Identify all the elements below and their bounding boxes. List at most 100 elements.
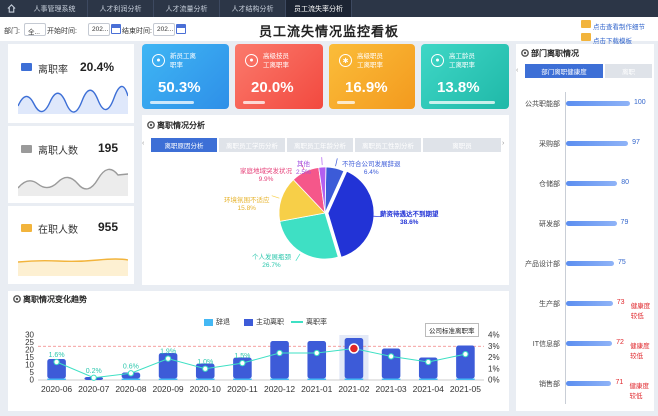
x-tick-label: 2021-04 bbox=[413, 384, 444, 394]
card-senior-staff-rate[interactable]: ✱ 高级职员 工离职率 16.9% bbox=[329, 44, 415, 109]
person-icon: ● bbox=[431, 54, 444, 67]
person-icon bbox=[21, 224, 32, 232]
pie-leader-line bbox=[271, 195, 280, 199]
dept-warning: 健康度较低 bbox=[629, 382, 649, 400]
bar-dismiss[interactable] bbox=[307, 378, 327, 381]
bar-dismiss[interactable] bbox=[158, 378, 178, 381]
card-title: 工离职率 bbox=[357, 62, 383, 69]
bar-voluntary[interactable] bbox=[270, 341, 289, 379]
y2-tick-label: 1% bbox=[488, 364, 500, 373]
dept-bar[interactable] bbox=[566, 381, 612, 386]
page-title: 员工流失情况监控看板 bbox=[258, 24, 399, 39]
card-title: 职率 bbox=[170, 62, 183, 69]
dept-value: 72 bbox=[616, 339, 624, 346]
bar-dismiss[interactable] bbox=[456, 378, 475, 381]
card-title: 高级职员 bbox=[357, 53, 383, 60]
trend-section: 离职情况变化趋势 辞退 主动离职 离职率 0 5 10 15 20 25 30 0% 1% 2% 3… bbox=[8, 291, 509, 411]
dept-bar[interactable] bbox=[566, 221, 617, 226]
dept-name: 产品设计部 bbox=[525, 261, 560, 268]
bar-dismiss[interactable] bbox=[233, 378, 252, 381]
tab-dept-health[interactable]: 部门离职健康度 bbox=[525, 64, 603, 78]
bar-dismiss[interactable] bbox=[418, 378, 438, 381]
rate-point[interactable] bbox=[387, 353, 395, 360]
pie-leader-line bbox=[295, 253, 301, 261]
rate-point[interactable] bbox=[239, 360, 246, 367]
nav-tab-profit[interactable]: 人才利润分析 bbox=[88, 0, 154, 17]
bar-voluntary[interactable] bbox=[307, 341, 327, 379]
nav-tab-flow[interactable]: 人才流量分析 bbox=[154, 0, 220, 17]
section-dot-icon bbox=[521, 49, 529, 57]
tab-age[interactable]: 离职员工年龄分析 bbox=[287, 138, 353, 152]
card-senior-tech-rate[interactable]: ● 高级技员 工离职率 20.0% bbox=[235, 44, 323, 109]
nav-tab-hr-system[interactable]: 人事管理系统 bbox=[22, 0, 88, 17]
dept-bar[interactable] bbox=[566, 301, 613, 306]
pie-leader-line bbox=[335, 158, 338, 167]
card-progress bbox=[150, 101, 194, 104]
rate-point[interactable] bbox=[53, 358, 60, 366]
bar-dismiss[interactable] bbox=[47, 378, 66, 381]
rate-point[interactable] bbox=[164, 355, 172, 362]
kpi-name: 离职率 bbox=[38, 65, 68, 76]
rate-point[interactable] bbox=[313, 349, 320, 357]
bar-dismiss[interactable] bbox=[344, 378, 364, 381]
tab-dept-more[interactable]: 离职 bbox=[605, 64, 652, 78]
tab-right-arrow[interactable]: › bbox=[502, 140, 504, 147]
card-title: 工离职率 bbox=[449, 62, 475, 69]
section-title: 部门离职情况 bbox=[531, 49, 579, 58]
kpi-value: 20.4% bbox=[80, 60, 115, 74]
x-tick-label: 2020-08 bbox=[115, 384, 146, 394]
dept-name: 采购部 bbox=[539, 141, 560, 148]
dept-bar[interactable] bbox=[566, 181, 618, 186]
bar-voluntary[interactable] bbox=[456, 345, 475, 379]
home-button[interactable] bbox=[0, 0, 22, 17]
tab-reason[interactable]: 离职原因分析 bbox=[151, 138, 217, 152]
card-long-tenure-rate[interactable]: ● 高工龄员 工离职率 13.8% bbox=[421, 44, 509, 109]
rate-label: 1.5% bbox=[234, 353, 250, 360]
nav-tab-structure[interactable]: 人才结构分析 bbox=[220, 0, 286, 17]
section-title: 离职情况分析 bbox=[157, 121, 205, 130]
dept-name: 生产部 bbox=[539, 301, 560, 308]
standard-rate-label: 公司标准离职率 bbox=[425, 323, 479, 337]
rate-point[interactable] bbox=[276, 349, 283, 357]
rate-point[interactable] bbox=[462, 351, 469, 358]
card-progress bbox=[337, 101, 355, 104]
x-tick-label: 2020-12 bbox=[264, 384, 295, 394]
x-tick-label: 2021-01 bbox=[301, 384, 332, 394]
bar-dismiss[interactable] bbox=[381, 378, 401, 381]
dept-bar[interactable] bbox=[566, 101, 630, 106]
x-tick-label: 2020-09 bbox=[152, 384, 183, 394]
dept-warning: 健康度较低 bbox=[630, 302, 651, 320]
dept-name: IT信息部 bbox=[532, 341, 560, 348]
pie-label-name: 家庭地域突发状况 bbox=[240, 168, 292, 175]
bar-dismiss[interactable] bbox=[121, 378, 141, 381]
rate-point[interactable] bbox=[90, 374, 97, 381]
rate-point[interactable] bbox=[425, 358, 432, 366]
dept-value: 79 bbox=[620, 219, 629, 226]
gear-icon: ✱ bbox=[339, 54, 352, 67]
dept-bar[interactable] bbox=[566, 141, 629, 146]
kpi-value: 195 bbox=[98, 141, 119, 155]
dept-bar[interactable] bbox=[566, 341, 613, 346]
nav-tab-turnover[interactable]: 员工流失率分析 bbox=[286, 0, 352, 17]
dept-value: 71 bbox=[615, 379, 624, 386]
bar-voluntary[interactable] bbox=[381, 348, 401, 379]
rate-point[interactable] bbox=[348, 343, 360, 354]
rate-point[interactable] bbox=[202, 365, 209, 372]
tab-more[interactable]: 离职员 bbox=[423, 138, 501, 152]
tab-left-arrow[interactable]: ‹ bbox=[142, 140, 144, 147]
pie-chart bbox=[271, 157, 381, 261]
folder-icon bbox=[581, 20, 591, 28]
tab-gender[interactable]: 离职员工性别分析 bbox=[355, 138, 421, 152]
rate-point[interactable] bbox=[127, 370, 135, 377]
card-new-staff-rate[interactable]: ● 新员工离 职率 50.3% bbox=[142, 44, 229, 109]
trend-chart: 0510152025300%1%2%3%4%2020-06 2020-07 2020… bbox=[25, 331, 500, 395]
dept-bar[interactable] bbox=[566, 261, 614, 266]
tutorial-link[interactable]: 点击查看制作细节 bbox=[593, 21, 645, 31]
person-icon: ● bbox=[152, 54, 165, 67]
tab-education[interactable]: 离职员工学历分析 bbox=[219, 138, 285, 152]
card-value: 20.0% bbox=[251, 79, 294, 96]
bar-dismiss[interactable] bbox=[195, 378, 215, 381]
tab-left-arrow[interactable]: ‹ bbox=[516, 67, 518, 74]
pie-label-value: 15.8% bbox=[237, 205, 256, 212]
bar-dismiss[interactable] bbox=[270, 378, 289, 381]
